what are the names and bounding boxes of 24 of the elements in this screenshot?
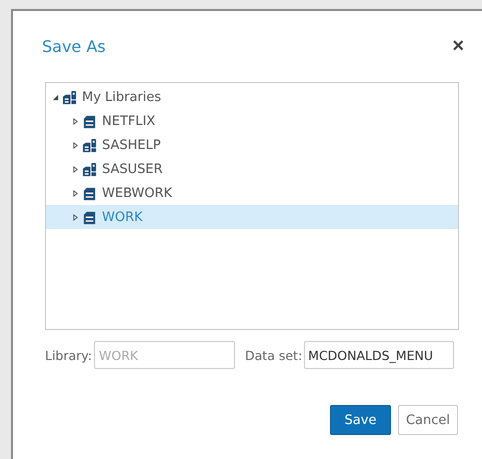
expand-triangle-icon[interactable] — [72, 190, 79, 196]
tree-item-label: NETFLIX — [102, 114, 156, 128]
tree-item-label: WORK — [102, 210, 143, 224]
data-set-field[interactable]: MCDONALDS_MENU — [304, 341, 454, 369]
cancel-button[interactable]: Cancel — [398, 405, 458, 435]
tree-item[interactable]: SASUSER — [46, 157, 458, 181]
expand-triangle-icon[interactable] — [72, 214, 79, 220]
tree-item[interactable]: SASHELP — [46, 133, 458, 157]
tree-item[interactable]: WEBWORK — [46, 181, 458, 205]
expand-triangle-icon[interactable] — [72, 166, 79, 172]
tree-item-label: My Libraries — [82, 90, 162, 104]
close-button[interactable]: × — [448, 36, 468, 56]
tree-item[interactable]: NETFLIX — [46, 109, 458, 133]
tree-item-label: SASUSER — [102, 162, 163, 176]
tree-item[interactable]: My Libraries — [46, 85, 458, 109]
library-label: Library: — [45, 348, 92, 362]
tree-item-label: SASHELP — [102, 138, 161, 152]
save-button[interactable]: Save — [330, 405, 391, 435]
collapse-triangle-icon[interactable] — [52, 94, 59, 100]
expand-triangle-icon[interactable] — [72, 118, 79, 124]
data-set-label: Data set: — [245, 348, 302, 362]
tree-item-label: WEBWORK — [102, 186, 172, 200]
expand-triangle-icon[interactable] — [72, 142, 79, 148]
dialog-title: Save As — [42, 36, 106, 56]
